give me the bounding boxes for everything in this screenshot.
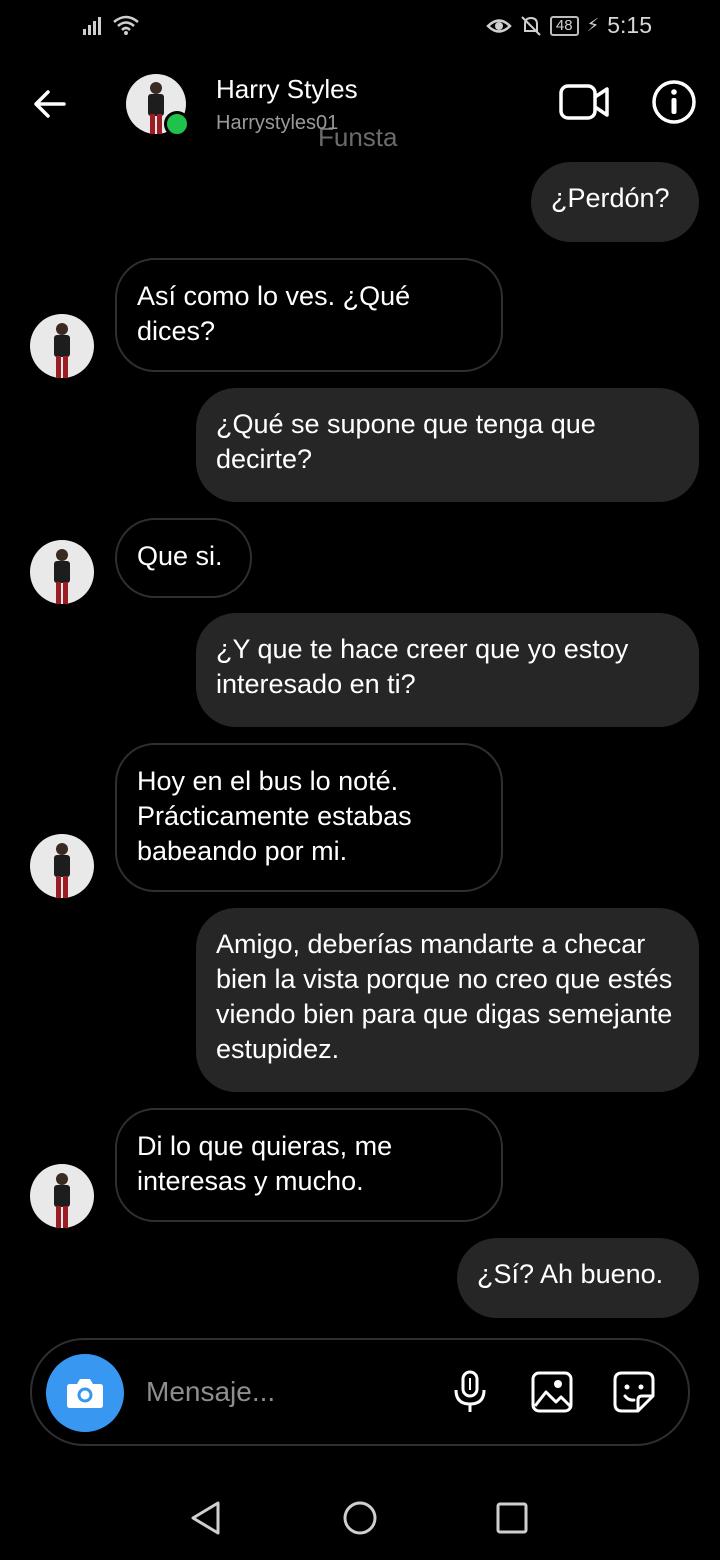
message-outgoing[interactable]: ¿Perdón?: [531, 162, 699, 242]
clock: 5:15: [607, 12, 652, 38]
message-incoming[interactable]: Di lo que quieras, me interesas y mucho.: [115, 1108, 503, 1222]
message-composer: Mensaje...: [30, 1338, 690, 1446]
bell-muted-icon: [521, 15, 541, 36]
info-icon[interactable]: [650, 78, 698, 126]
eye-comfort-icon: [486, 18, 512, 33]
battery-indicator: 48: [549, 15, 579, 36]
chat-header: Harry Styles Harrystyles01 Funsta: [0, 56, 720, 156]
microphone-icon[interactable]: [448, 1370, 492, 1414]
gallery-icon[interactable]: [530, 1370, 574, 1414]
message-incoming[interactable]: Hoy en el bus lo noté. Prácticamente est…: [115, 743, 503, 892]
sticker-icon[interactable]: [612, 1370, 656, 1414]
nav-home-icon[interactable]: [342, 1500, 378, 1536]
nav-recents-icon[interactable]: [494, 1500, 530, 1536]
signal-icon: [83, 17, 101, 35]
message-outgoing[interactable]: ¿Y que te hace creer que yo estoy intere…: [196, 613, 699, 727]
avatar[interactable]: [30, 834, 94, 898]
contact-name[interactable]: Harry Styles: [216, 74, 358, 105]
avatar[interactable]: [30, 1164, 94, 1228]
charging-icon: ⚡: [586, 15, 600, 35]
message-outgoing[interactable]: Amigo, deberías mandarte a checar bien l…: [196, 908, 699, 1092]
watermark-text: Funsta: [318, 122, 398, 152]
back-arrow-icon[interactable]: [30, 84, 70, 124]
avatar[interactable]: [30, 540, 94, 604]
status-bar: 48 ⚡ 5:15: [0, 0, 720, 56]
message-input[interactable]: Mensaje...: [146, 1376, 275, 1408]
camera-icon: [67, 1379, 103, 1408]
camera-button[interactable]: [46, 1354, 124, 1432]
message-outgoing[interactable]: ¿Sí? Ah bueno.: [457, 1238, 699, 1318]
nav-back-icon[interactable]: [188, 1500, 224, 1536]
system-nav-bar: [0, 1470, 720, 1560]
wifi-icon: [113, 15, 139, 35]
message-incoming[interactable]: Así como lo ves. ¿Qué dices?: [115, 258, 503, 372]
avatar[interactable]: [30, 314, 94, 378]
message-incoming[interactable]: Que si.: [115, 518, 252, 598]
message-outgoing[interactable]: ¿Qué se supone que tenga que decirte?: [196, 388, 699, 502]
video-call-icon[interactable]: [558, 80, 610, 124]
online-status-dot: [164, 111, 190, 137]
